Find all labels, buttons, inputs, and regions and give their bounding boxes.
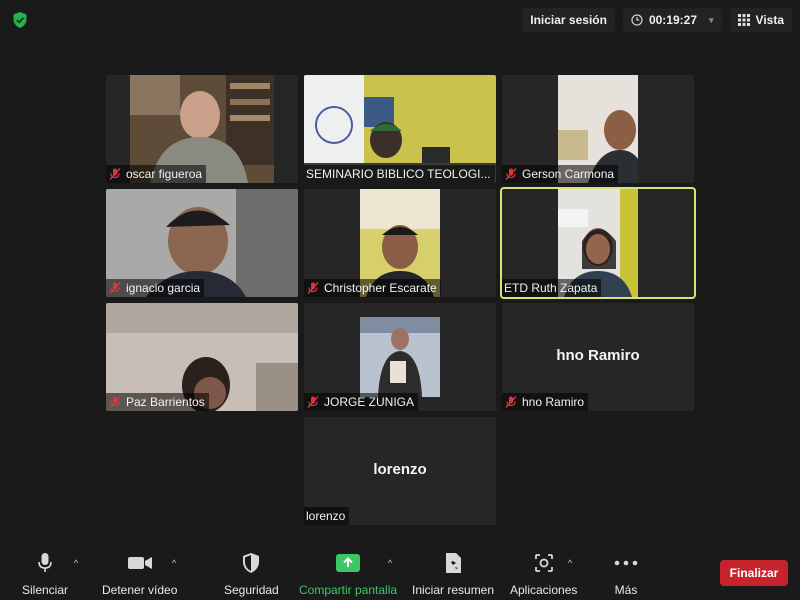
share-screen-icon [336, 554, 361, 572]
participant-tile-seminario[interactable]: SEMINARIO BIBLICO TEOLOGI... [304, 75, 496, 183]
security-label: Seguridad [224, 583, 279, 597]
mic-muted-icon [109, 168, 121, 180]
grid-icon [737, 14, 750, 26]
mic-muted-icon [505, 396, 517, 408]
clock-icon [631, 14, 643, 26]
share-screen-button[interactable]: Compartir pantalla [299, 552, 397, 597]
more-button[interactable]: Más [614, 552, 638, 597]
mute-button[interactable]: Silenciar [22, 552, 68, 597]
apps-options-chevron-icon[interactable]: ^ [568, 558, 572, 568]
participant-name: Christopher Escarate [324, 281, 437, 295]
more-label: Más [614, 583, 638, 597]
start-summary-button[interactable]: Iniciar resumen [412, 552, 494, 597]
video-frame-image [360, 317, 440, 397]
view-label: Vista [755, 13, 784, 27]
chevron-down-icon[interactable]: ▾ [709, 15, 714, 26]
stop-video-button[interactable]: Detener vídeo [102, 552, 177, 597]
display-name: lorenzo [373, 461, 427, 478]
participant-name: ignacio garcia [126, 281, 201, 295]
display-name: hno Ramiro [556, 347, 640, 364]
timer-value: 00:19:27 [648, 13, 697, 27]
video-label: Detener vídeo [102, 583, 178, 597]
name-label: lorenzo [304, 507, 350, 525]
audio-options-chevron-icon[interactable]: ^ [74, 558, 78, 568]
participant-name: SEMINARIO BIBLICO TEOLOGI... [306, 167, 491, 181]
share-options-chevron-icon[interactable]: ^ [388, 558, 392, 568]
mute-label: Silenciar [22, 583, 69, 597]
sign-in-button[interactable]: Iniciar sesión [522, 8, 615, 32]
share-label: Compartir pantalla [299, 583, 398, 597]
video-camera-icon [127, 557, 152, 569]
participant-tile-ignacio-garcia[interactable]: ignacio garcia [106, 189, 298, 297]
sign-in-label: Iniciar sesión [530, 13, 607, 27]
mic-muted-icon [109, 282, 121, 294]
top-right-controls: Iniciar sesión 00:19:27 ▾ Vista [522, 8, 792, 32]
meeting-timer[interactable]: 00:19:27 ▾ [622, 8, 722, 32]
name-label: Christopher Escarate [304, 279, 441, 297]
participant-name: hno Ramiro [522, 395, 585, 409]
mic-muted-icon [109, 396, 121, 408]
apps-label: Aplicaciones [510, 583, 578, 597]
participant-name: Gerson Carmona [522, 167, 615, 181]
participant-tile-christopher-escarate[interactable]: Christopher Escarate [304, 189, 496, 297]
video-feed [360, 317, 440, 397]
name-label: JORGE ZUNIGA [304, 393, 419, 411]
summary-document-icon [446, 553, 462, 573]
name-label: ETD Ruth Zapata [502, 279, 602, 297]
name-label: Gerson Carmona [502, 165, 619, 183]
name-label: SEMINARIO BIBLICO TEOLOGI... [304, 165, 495, 183]
name-label: Paz Barrientos [106, 393, 209, 411]
participant-tile-paz-barrientos[interactable]: Paz Barrientos [106, 303, 298, 411]
summary-label: Iniciar resumen [412, 583, 495, 597]
participant-tile-ruth-zapata[interactable]: ETD Ruth Zapata [500, 187, 696, 299]
meeting-toolbar: Silenciar ^ Detener vídeo ^ Seguridad Co… [0, 546, 800, 600]
participant-tile-lorenzo[interactable]: lorenzo lorenzo [304, 417, 496, 525]
name-label: hno Ramiro [502, 393, 589, 411]
security-shield-icon[interactable] [12, 11, 28, 29]
participant-name: lorenzo [306, 509, 346, 523]
participant-name: JORGE ZUNIGA [324, 395, 415, 409]
participant-name: Paz Barrientos [126, 395, 205, 409]
participant-tile-gerson-carmona[interactable]: Gerson Carmona [502, 75, 694, 183]
view-button[interactable]: Vista [729, 8, 792, 32]
video-options-chevron-icon[interactable]: ^ [172, 558, 176, 568]
participant-name: ETD Ruth Zapata [504, 281, 598, 295]
mic-muted-icon [307, 282, 319, 294]
mic-muted-icon [505, 168, 517, 180]
microphone-icon [38, 553, 52, 572]
name-label: oscar figueroa [106, 165, 207, 183]
participant-tile-hno-ramiro[interactable]: hno Ramiro hno Ramiro [502, 303, 694, 411]
end-meeting-button[interactable]: Finalizar [720, 560, 788, 586]
end-label: Finalizar [729, 566, 779, 580]
participant-tile-jorge-zuniga[interactable]: JORGE ZUNIGA [304, 303, 496, 411]
participant-tile-oscar-figueroa[interactable]: oscar figueroa [106, 75, 298, 183]
participant-name: oscar figueroa [126, 167, 203, 181]
shield-icon [243, 553, 260, 573]
name-label: ignacio garcia [106, 279, 205, 297]
more-dots-icon [614, 560, 638, 566]
apps-icon [534, 554, 553, 572]
mic-muted-icon [307, 396, 319, 408]
security-button[interactable]: Seguridad [224, 552, 279, 597]
